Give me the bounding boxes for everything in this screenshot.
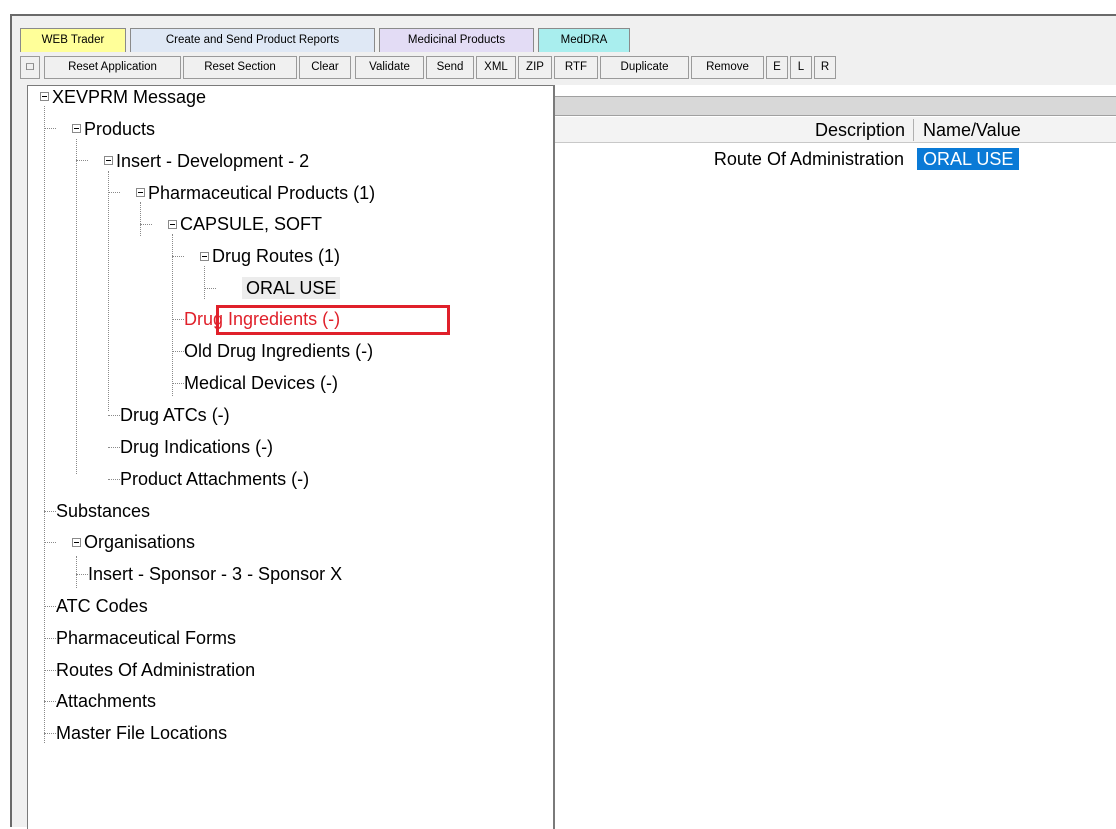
tree-connector: [140, 202, 141, 236]
reset-section-button[interactable]: Reset Section: [183, 56, 297, 79]
row-value-selected[interactable]: ORAL USE: [917, 148, 1020, 170]
rtf-button[interactable]: RTF: [554, 56, 598, 79]
tree-connector: [44, 542, 56, 543]
tab-meddra[interactable]: MedDRA: [538, 28, 630, 52]
tree-connector: [44, 670, 56, 671]
tree-node-oral-use[interactable]: ORAL USE: [242, 277, 341, 299]
tree-connector: [76, 574, 88, 575]
collapse-toggle-icon[interactable]: [168, 220, 177, 229]
details-grid-header: Description Name/Value: [555, 117, 1116, 143]
tree-node-drug-ingredients[interactable]: Drug Ingredients (-): [184, 308, 340, 330]
tree-connector: [44, 106, 45, 743]
duplicate-button[interactable]: Duplicate: [600, 56, 689, 79]
tree-connector: [108, 415, 120, 416]
xml-button[interactable]: XML: [476, 56, 516, 79]
tree-connector: [44, 733, 56, 734]
collapse-toggle-icon[interactable]: [200, 252, 209, 261]
zip-button[interactable]: ZIP: [518, 56, 552, 79]
toolbar: □ Reset Application Reset Section Clear …: [20, 56, 1110, 80]
tree-connector: [108, 171, 109, 411]
tree-node-product-attachments[interactable]: Product Attachments (-): [120, 468, 309, 490]
tree-connector: [172, 256, 184, 257]
tab-web-trader[interactable]: WEB Trader: [20, 28, 126, 52]
tree-connector: [172, 383, 184, 384]
collapse-toggle-icon[interactable]: [40, 92, 49, 101]
tree-connector: [76, 139, 77, 474]
select-all-checkbox[interactable]: □: [20, 56, 40, 79]
tree-node-substances[interactable]: Substances: [56, 500, 150, 522]
tree-connector: [44, 606, 56, 607]
tree-connector: [172, 319, 184, 320]
reset-application-button[interactable]: Reset Application: [44, 56, 181, 79]
collapse-toggle-icon[interactable]: [136, 188, 145, 197]
application-window: WEB Trader Create and Send Product Repor…: [10, 14, 1116, 829]
tree-connector: [76, 160, 88, 161]
column-divider[interactable]: [913, 119, 914, 141]
send-button[interactable]: Send: [426, 56, 474, 79]
tree-node-products[interactable]: Products: [84, 118, 155, 140]
tree-node-pharmaceutical-forms[interactable]: Pharmaceutical Forms: [56, 627, 236, 649]
tree-node-insert-sponsor[interactable]: Insert - Sponsor - 3 - Sponsor X: [88, 563, 342, 585]
tree-node-master-file-locations[interactable]: Master File Locations: [56, 722, 227, 744]
tree-connector: [204, 266, 205, 299]
tree-node-organisations[interactable]: Organisations: [84, 531, 195, 553]
tree-node-drug-routes[interactable]: Drug Routes (1): [212, 245, 340, 267]
tree-node-drug-indications[interactable]: Drug Indications (-): [120, 436, 273, 458]
collapse-toggle-icon[interactable]: [72, 538, 81, 547]
tree-connector: [108, 447, 120, 448]
column-header-name-value[interactable]: Name/Value: [923, 117, 1021, 143]
tree-connector: [76, 556, 77, 588]
tree-connector: [204, 288, 216, 289]
clear-button[interactable]: Clear: [299, 56, 351, 79]
tree-node-routes-of-administration[interactable]: Routes Of Administration: [56, 659, 255, 681]
column-header-description[interactable]: Description: [815, 117, 905, 143]
tree-node-drug-atcs[interactable]: Drug ATCs (-): [120, 404, 230, 426]
l-button[interactable]: L: [790, 56, 812, 79]
tree-node-old-drug-ingredients[interactable]: Old Drug Ingredients (-): [184, 340, 373, 362]
tree-node-xevprm-message[interactable]: XEVPRM Message: [52, 86, 206, 108]
tree-connector: [44, 638, 56, 639]
details-header-bar: [555, 96, 1116, 116]
tree-node-capsule-soft[interactable]: CAPSULE, SOFT: [180, 213, 322, 235]
remove-button[interactable]: Remove: [691, 56, 764, 79]
validate-button[interactable]: Validate: [355, 56, 424, 79]
tree-node-insert-development[interactable]: Insert - Development - 2: [116, 150, 309, 172]
tree-connector: [44, 511, 56, 512]
tree-connector: [44, 128, 56, 129]
tree-connector: [140, 224, 152, 225]
tree-connector: [108, 479, 120, 480]
e-button[interactable]: E: [766, 56, 788, 79]
tree-node-atc-codes[interactable]: ATC Codes: [56, 595, 148, 617]
tree-connector: [108, 192, 120, 193]
tree-node-attachments[interactable]: Attachments: [56, 690, 156, 712]
collapse-toggle-icon[interactable]: [104, 156, 113, 165]
row-description: Route Of Administration: [713, 149, 904, 169]
details-pane: Description Name/Value Route Of Administ…: [554, 85, 1116, 829]
tree-node-pharmaceutical-products[interactable]: Pharmaceutical Products (1): [148, 182, 375, 204]
message-tree[interactable]: XEVPRM Message Products Insert - Develop…: [27, 85, 554, 829]
collapse-toggle-icon[interactable]: [72, 124, 81, 133]
tree-node-medical-devices[interactable]: Medical Devices (-): [184, 372, 338, 394]
r-button[interactable]: R: [814, 56, 836, 79]
tree-connector: [44, 701, 56, 702]
tree-connector: [172, 234, 173, 396]
tree-connector: [172, 351, 184, 352]
tab-create-send-product-reports[interactable]: Create and Send Product Reports: [130, 28, 375, 52]
tab-medicinal-products[interactable]: Medicinal Products: [379, 28, 534, 52]
